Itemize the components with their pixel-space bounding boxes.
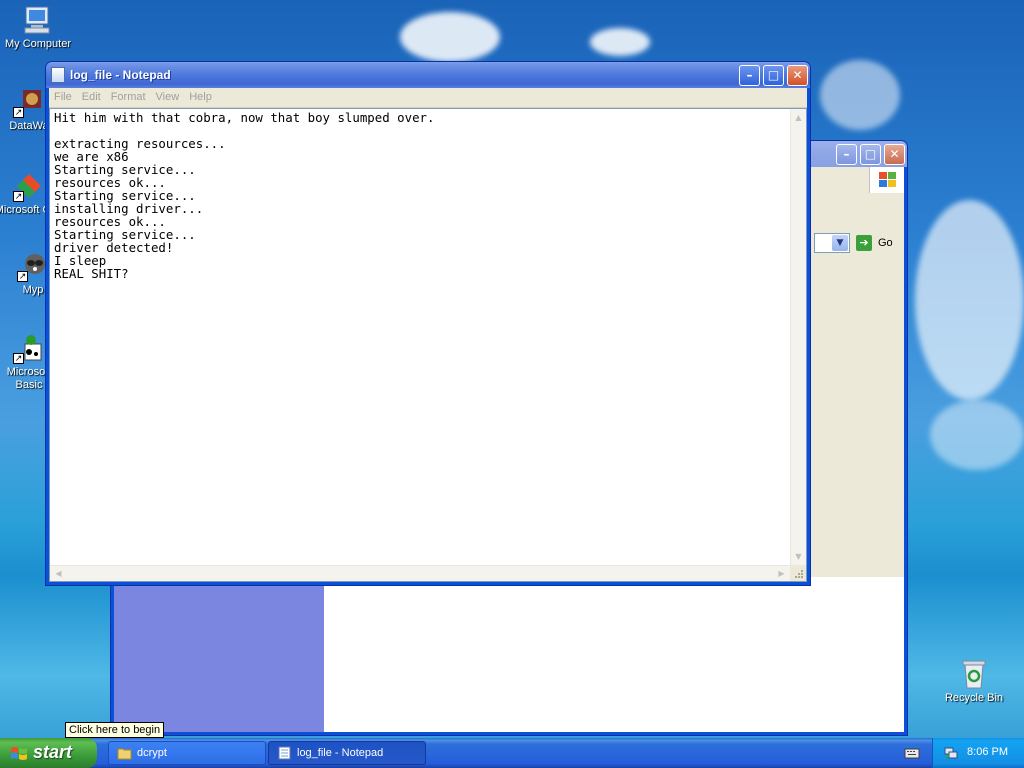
menu-format[interactable]: Format <box>106 88 151 103</box>
cloud <box>820 60 900 130</box>
editor-text[interactable]: Hit him with that cobra, now that boy sl… <box>54 111 434 280</box>
desktop-icon-label: My Computer <box>4 38 72 50</box>
close-button[interactable]: ✕ <box>787 65 808 86</box>
close-button[interactable]: ✕ <box>884 144 905 165</box>
vertical-scrollbar[interactable]: ▲ ▼ <box>790 109 806 565</box>
cloud <box>590 28 650 56</box>
desktop-icon-label: Recycle Bin <box>944 692 1004 704</box>
clock[interactable]: 8:06 PM <box>967 746 1008 758</box>
go-label: Go <box>878 237 893 249</box>
windows-flag-icon <box>11 747 27 760</box>
taskbar: start dcrypt log_file - Notepad 8:06 PM <box>0 738 1024 768</box>
address-dropdown[interactable]: ▼ <box>814 233 850 253</box>
minimize-button[interactable]: – <box>739 65 760 86</box>
notepad-icon <box>278 746 291 760</box>
content-pane <box>324 577 904 732</box>
start-tooltip: Click here to begin <box>65 722 165 738</box>
horizontal-scrollbar[interactable]: ◀ ▶ <box>50 565 790 581</box>
shortcut-arrow-icon: ↗ <box>13 191 24 202</box>
shortcut-arrow-icon: ↗ <box>13 107 24 118</box>
scroll-left-icon[interactable]: ◀ <box>51 566 66 581</box>
maximize-button[interactable]: □ <box>763 65 784 86</box>
visual-basic-icon: ↗ <box>13 332 45 364</box>
go-button[interactable]: ➔ Go <box>854 233 904 253</box>
menu-file[interactable]: File <box>49 88 77 103</box>
menu-edit[interactable]: Edit <box>77 88 106 103</box>
text-editor[interactable]: Hit him with that cobra, now that boy sl… <box>49 108 807 582</box>
system-tray: 8:06 PM <box>932 738 1024 768</box>
windows-flag-icon <box>879 172 896 187</box>
scroll-up-icon[interactable]: ▲ <box>791 110 806 125</box>
taskbar-button-notepad[interactable]: log_file - Notepad <box>268 741 426 765</box>
taskbar-button-label: dcrypt <box>137 747 167 759</box>
cloud <box>400 12 500 62</box>
recycle-bin-icon <box>958 658 990 690</box>
start-button[interactable]: start <box>0 738 97 768</box>
maximize-button[interactable]: □ <box>860 144 881 165</box>
go-arrow-icon: ➔ <box>856 235 872 251</box>
menu-view[interactable]: View <box>151 88 185 103</box>
windows-logo-area <box>869 167 904 193</box>
desktop-icon-recycle-bin[interactable]: Recycle Bin <box>937 658 1011 705</box>
chevron-down-icon: ▼ <box>832 235 848 251</box>
resize-grip-icon <box>795 570 803 578</box>
resize-grip[interactable] <box>790 565 806 581</box>
cloud <box>915 200 1024 400</box>
minimize-button[interactable]: – <box>836 144 857 165</box>
taskbar-button-label: log_file - Notepad <box>297 747 384 759</box>
visual-cpp-icon: ↗ <box>13 170 45 202</box>
keyboard-language-icon[interactable] <box>904 747 920 759</box>
scroll-down-icon[interactable]: ▼ <box>791 549 806 564</box>
network-icon[interactable] <box>943 745 959 761</box>
shortcut-arrow-icon: ↗ <box>17 271 28 282</box>
cloud <box>930 400 1024 470</box>
computer-icon <box>22 4 54 36</box>
shortcut-arrow-icon: ↗ <box>13 353 24 364</box>
notepad-icon <box>51 67 65 83</box>
task-pane <box>114 577 324 732</box>
menu-bar: File Edit Format View Help <box>49 88 807 108</box>
window-title: log_file - Notepad <box>70 68 171 82</box>
datawa-icon: ↗ <box>13 86 45 118</box>
desktop-icon-my-computer[interactable]: My Computer <box>1 4 75 51</box>
menu-help[interactable]: Help <box>184 88 217 103</box>
folder-icon <box>117 748 132 760</box>
scroll-right-icon[interactable]: ▶ <box>774 566 789 581</box>
taskbar-button-dcrypt[interactable]: dcrypt <box>108 741 266 765</box>
start-label: start <box>33 742 73 762</box>
notepad-window[interactable]: log_file - Notepad – □ ✕ File Edit Format V… <box>45 61 811 586</box>
